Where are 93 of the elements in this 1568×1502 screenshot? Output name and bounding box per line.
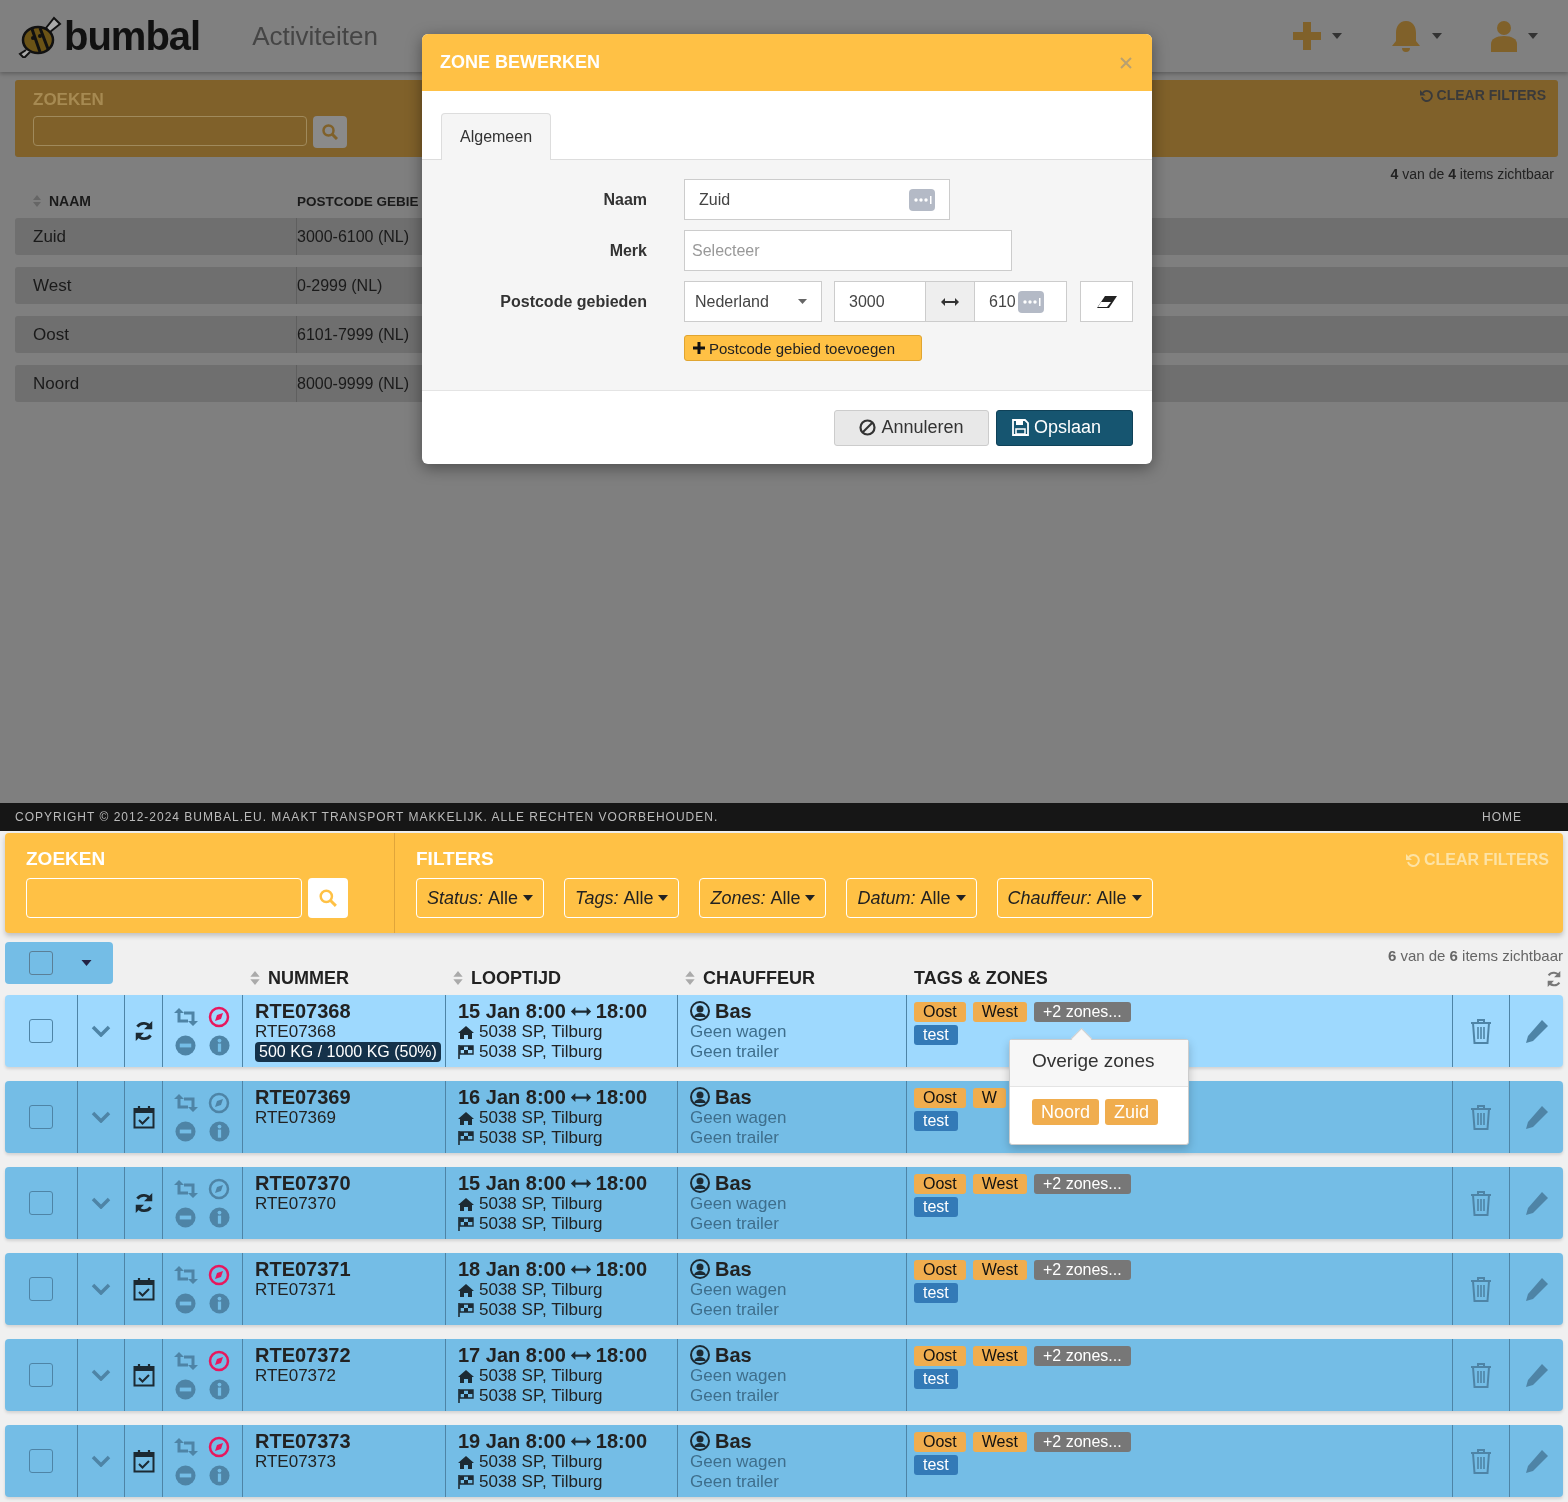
start-address: 5038 SP, Tilburg bbox=[479, 1022, 603, 1042]
zone-label: Oost bbox=[914, 1174, 966, 1194]
route-reference: RTE07368 bbox=[255, 1022, 337, 1042]
end-time: 18:00 bbox=[595, 1344, 647, 1366]
search-title: ZOEKEN bbox=[26, 848, 107, 870]
copyright-text: COPYRIGHT © 2012-2024 BUMBAL.EU. MAAKT TRANSPORT MAKKELIJK. ALLE RECHTEN VOORBEHOUDEN. bbox=[15, 810, 719, 824]
end-address: 5038 SP, Tilburg bbox=[479, 1472, 603, 1492]
vehicle-text: Geen wagen bbox=[690, 1194, 788, 1214]
zone-label: West bbox=[972, 1432, 1027, 1452]
end-address: 5038 SP, Tilburg bbox=[479, 1042, 603, 1062]
vehicle-text: Geen wagen bbox=[690, 1280, 788, 1300]
end-time: 18:00 bbox=[595, 1258, 647, 1280]
tag-label: test bbox=[914, 1283, 958, 1303]
tag-label: test bbox=[914, 1197, 958, 1217]
zone-label: W bbox=[972, 1088, 1006, 1108]
field-label: Naam bbox=[602, 190, 647, 209]
driver-name: Bas bbox=[715, 1344, 752, 1366]
route-reference: RTE07372 bbox=[255, 1366, 337, 1386]
zone-label: Oost bbox=[914, 1432, 966, 1452]
vehicle-text: Geen wagen bbox=[690, 1452, 788, 1472]
end-time: 18:00 bbox=[595, 1000, 647, 1022]
route-number: RTE07372 bbox=[255, 1344, 352, 1366]
tag-label: test bbox=[914, 1111, 958, 1131]
trailer-text: Geen trailer bbox=[690, 1128, 780, 1148]
load-badge: 500 KG / 1000 KG (50%) bbox=[255, 1042, 441, 1062]
route-number: RTE07369 bbox=[255, 1086, 352, 1108]
table-cell: Oost bbox=[15, 316, 297, 353]
filters-title: FILTERS bbox=[416, 848, 495, 870]
route-reference: RTE07370 bbox=[255, 1194, 337, 1214]
popover-title: Overige zones bbox=[1032, 1050, 1155, 1071]
zone-label: West bbox=[972, 1260, 1027, 1280]
end-address: 5038 SP, Tilburg bbox=[479, 1128, 603, 1148]
table-cell: 6101-7999 (NL) bbox=[297, 325, 410, 344]
route-number: RTE07370 bbox=[255, 1172, 352, 1194]
end-address: 5038 SP, Tilburg bbox=[479, 1300, 603, 1320]
zone-label: West bbox=[972, 1002, 1027, 1022]
field-label: Postcode gebieden bbox=[499, 292, 647, 311]
start-address: 5038 SP, Tilburg bbox=[479, 1280, 603, 1300]
start-time: 19 Jan 8:00 bbox=[458, 1430, 566, 1452]
start-address: 5038 SP, Tilburg bbox=[479, 1452, 603, 1472]
dialog-title: ZONE BEWERKEN bbox=[440, 52, 600, 73]
driver-name: Bas bbox=[715, 1172, 752, 1194]
start-time: 16 Jan 8:00 bbox=[458, 1086, 566, 1108]
end-address: 5038 SP, Tilburg bbox=[479, 1386, 603, 1406]
trailer-text: Geen trailer bbox=[690, 1300, 780, 1320]
route-number: RTE07368 bbox=[255, 1000, 352, 1022]
route-reference: RTE07373 bbox=[255, 1452, 337, 1472]
zone-label: West bbox=[972, 1174, 1027, 1194]
zone-label: Oost bbox=[914, 1088, 966, 1108]
route-number: RTE07373 bbox=[255, 1430, 352, 1452]
start-time: 17 Jan 8:00 bbox=[458, 1344, 566, 1366]
zone-label: West bbox=[972, 1346, 1027, 1366]
table-cell: 8000-9999 (NL) bbox=[297, 374, 410, 393]
zone-label: Oost bbox=[914, 1002, 966, 1022]
start-time: 15 Jan 8:00 bbox=[458, 1172, 566, 1194]
start-time: 15 Jan 8:00 bbox=[458, 1000, 566, 1022]
start-address: 5038 SP, Tilburg bbox=[479, 1194, 603, 1214]
route-reference: RTE07371 bbox=[255, 1280, 337, 1300]
field-label: Merk bbox=[608, 241, 647, 260]
end-time: 18:00 bbox=[595, 1172, 647, 1194]
table-cell: Noord bbox=[15, 365, 297, 402]
table-cell: West bbox=[15, 267, 297, 304]
items-count: 6 van de 6 items zichtbaar bbox=[1387, 947, 1563, 964]
end-time: 18:00 bbox=[595, 1086, 647, 1108]
vehicle-text: Geen wagen bbox=[690, 1366, 788, 1386]
vehicle-text: Geen wagen bbox=[690, 1108, 788, 1128]
tag-label: test bbox=[914, 1455, 958, 1475]
driver-name: Bas bbox=[715, 1430, 752, 1452]
route-reference: RTE07369 bbox=[255, 1108, 337, 1128]
end-time: 18:00 bbox=[595, 1430, 647, 1452]
driver-name: Bas bbox=[715, 1258, 752, 1280]
trailer-text: Geen trailer bbox=[690, 1214, 780, 1234]
driver-name: Bas bbox=[715, 1000, 752, 1022]
driver-name: Bas bbox=[715, 1086, 752, 1108]
vehicle-text: Geen wagen bbox=[690, 1022, 788, 1042]
route-number: RTE07371 bbox=[255, 1258, 352, 1280]
tag-label: test bbox=[914, 1369, 958, 1389]
trailer-text: Geen trailer bbox=[690, 1042, 780, 1062]
trailer-text: Geen trailer bbox=[690, 1472, 780, 1492]
table-cell: Zuid bbox=[15, 218, 297, 255]
table-cell: 0-2999 (NL) bbox=[297, 276, 383, 295]
zone-label: Noord bbox=[1032, 1099, 1100, 1125]
end-address: 5038 SP, Tilburg bbox=[479, 1214, 603, 1234]
trailer-text: Geen trailer bbox=[690, 1386, 780, 1406]
tag-label: test bbox=[914, 1025, 958, 1045]
table-cell: 3000-6100 (NL) bbox=[297, 227, 410, 246]
zone-label: Oost bbox=[914, 1260, 966, 1280]
start-time: 18 Jan 8:00 bbox=[458, 1258, 566, 1280]
start-address: 5038 SP, Tilburg bbox=[479, 1366, 603, 1386]
start-address: 5038 SP, Tilburg bbox=[479, 1108, 603, 1128]
zone-label: Oost bbox=[914, 1346, 966, 1366]
items-count: 4 van de 4 items zichtbaar bbox=[1390, 166, 1554, 182]
zone-label: Zuid bbox=[1105, 1099, 1159, 1125]
